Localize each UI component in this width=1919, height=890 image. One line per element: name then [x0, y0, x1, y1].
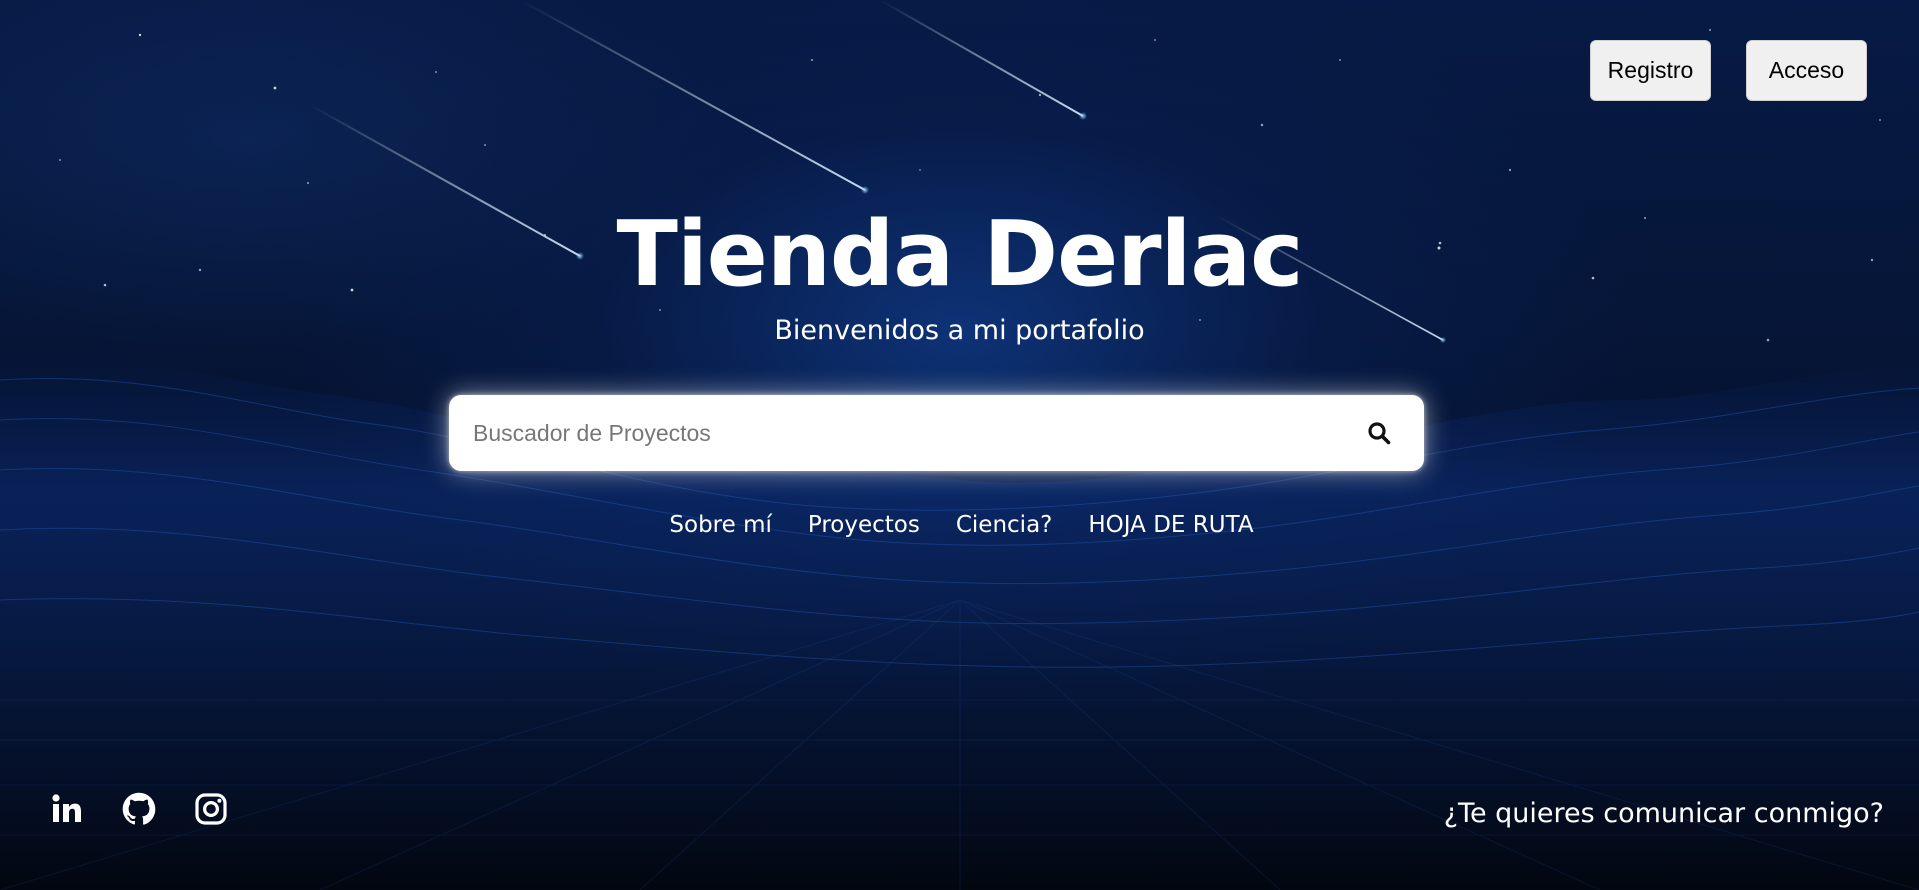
social-links: [50, 792, 228, 826]
register-button[interactable]: Registro: [1590, 40, 1711, 101]
linkedin-link[interactable]: [50, 792, 84, 826]
nav-link-sobre-mi[interactable]: Sobre mí: [669, 507, 771, 543]
search-input[interactable]: [449, 395, 1334, 471]
instagram-link[interactable]: [194, 792, 228, 826]
nav-link-ciencia[interactable]: Ciencia?: [956, 507, 1053, 543]
github-link[interactable]: [122, 792, 156, 826]
search-button[interactable]: [1334, 395, 1424, 471]
nav-link-proyectos[interactable]: Proyectos: [808, 507, 920, 543]
main-nav: Sobre mí Proyectos Ciencia? HOJA DE RUTA: [0, 507, 1919, 543]
page-title: Tienda Derlac: [616, 202, 1304, 307]
instagram-icon: [195, 793, 227, 825]
page: Registro Acceso Tienda Derlac Bienvenido…: [0, 0, 1919, 890]
contact-link[interactable]: ¿Te quieres comunicar conmigo?: [1444, 794, 1884, 834]
linkedin-icon: [52, 794, 81, 822]
search-icon: [1368, 422, 1391, 445]
login-button[interactable]: Acceso: [1746, 40, 1867, 101]
nav-link-hoja-de-ruta[interactable]: HOJA DE RUTA: [1088, 507, 1253, 543]
page-subtitle: Bienvenidos a mi portafolio: [774, 315, 1145, 346]
github-icon: [122, 792, 156, 825]
search-bar: [449, 395, 1424, 471]
